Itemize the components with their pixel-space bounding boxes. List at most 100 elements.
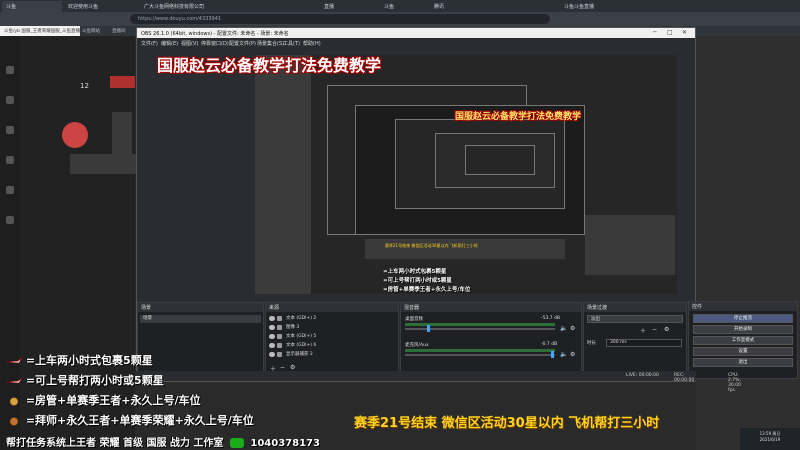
channel-name: 麦克风/Aux	[405, 343, 429, 348]
streamer-banner	[110, 76, 135, 88]
clock-date: 2021/6/19	[759, 437, 781, 442]
source-item[interactable]: 文本 (GDI+) 2	[266, 315, 398, 323]
gear-icon[interactable]: ⚙	[664, 326, 669, 333]
menu-profile[interactable]: 配置文件(P)	[229, 40, 256, 47]
menu-docks[interactable]: 停靠窗口(D)	[201, 40, 229, 47]
avatar[interactable]	[62, 122, 88, 148]
inner-overlay-title: 国服赵云必备教学打法免费教学	[455, 112, 582, 122]
settings-button[interactable]: 设置	[693, 347, 793, 356]
window-title: OBS 26.1.0 (64bit, windows) - 配置文件: 未命名 …	[141, 31, 289, 37]
overlay-text: =房管+单赛季王者+永久上号/车位	[25, 394, 201, 407]
obs-window: OBS 26.1.0 (64bit, windows) - 配置文件: 未命名 …	[136, 27, 696, 382]
obs-status-strip: LIVE: 00:00:00 REC: 00:00:00 CPU: 2.7%, …	[136, 371, 741, 393]
lock-icon[interactable]	[277, 316, 282, 321]
eye-icon[interactable]	[269, 316, 275, 321]
category-icon[interactable]	[6, 96, 14, 104]
browser-tab[interactable]: 欢迎使用斗鱼	[64, 1, 134, 12]
gear-icon[interactable]: ⚙	[570, 325, 575, 332]
bookmark-item[interactable]: 斗鱼网站	[82, 28, 100, 34]
channel-name: 桌面音频	[405, 317, 423, 322]
duration-input[interactable]: 300 ms	[606, 339, 682, 347]
obs-title-bar: OBS 26.1.0 (64bit, windows) - 配置文件: 未命名 …	[137, 28, 695, 38]
close-icon[interactable]: ✕	[682, 29, 687, 36]
volume-slider[interactable]	[405, 354, 555, 356]
lock-icon[interactable]	[277, 334, 282, 339]
browser-tab[interactable]: 斗鱼	[380, 1, 420, 12]
overlay-line: =拜师+永久王者+单赛季荣耀+永久上号/车位	[6, 412, 254, 428]
menu-view[interactable]: 视图(V)	[181, 40, 198, 47]
url-input[interactable]: https://www.douyu.com/4333941	[130, 14, 550, 24]
obs-preview[interactable]: 国服赵云必备教学打法免费教学 赛季21号结束 微信区活动30星以内 飞机帮打三小…	[255, 55, 677, 294]
rec-timer: REC: 00:00:00	[674, 373, 695, 383]
overlay-text: =拜师+永久王者+单赛季荣耀+永久上号/车位	[25, 414, 254, 427]
overlay-text: 帮打任务系统上王者 荣耀 首级 国服 战力 工作室	[6, 438, 224, 449]
nested-controls	[585, 215, 675, 275]
menu-edit[interactable]: 编辑(E)	[161, 40, 178, 47]
source-item[interactable]: 文本 (GDI+) 6	[266, 342, 398, 350]
qq-number: 1040378173	[250, 438, 320, 449]
source-label: 文本 (GDI+) 5	[286, 334, 317, 339]
dock-title: 来源	[266, 303, 398, 312]
lock-icon[interactable]	[277, 325, 282, 330]
add-icon[interactable]: ＋	[640, 326, 646, 335]
browser-tab[interactable]: 斗鱼斗鱼直播	[560, 1, 620, 12]
remove-source-icon[interactable]: −	[280, 364, 285, 371]
info-card	[70, 154, 140, 174]
start-recording-button[interactable]: 开始录制	[693, 325, 793, 334]
volume-slider-handle[interactable]	[427, 325, 430, 332]
home-icon[interactable]	[6, 66, 14, 74]
minimize-icon[interactable]: ─	[653, 29, 657, 36]
sources-dock: 来源 文本 (GDI+) 2 图像 3 文本 (GDI+) 5 文本 (GDI+…	[265, 302, 399, 380]
gear-icon[interactable]: ⚙	[570, 351, 575, 358]
follow-icon[interactable]	[6, 126, 14, 134]
studio-mode-button[interactable]: 工作室模式	[693, 336, 793, 345]
preview-overlay-line: =房管+单赛季王者+永久上号/车位	[383, 287, 471, 293]
preview-overlay-line: =上车两小时式包裹5颗星	[383, 269, 447, 275]
menu-file[interactable]: 文件(F)	[141, 40, 158, 47]
remove-icon[interactable]: −	[652, 326, 657, 333]
active-page-tab[interactable]: 斗鱼/yb 国服_王者荣耀国服_斗鱼直播	[0, 26, 80, 36]
speaker-icon[interactable]: 🔈	[560, 325, 567, 332]
game-icon[interactable]	[6, 156, 14, 164]
dock-title: 混音器	[401, 303, 581, 312]
lock-icon[interactable]	[277, 352, 282, 357]
browser-tab[interactable]: 斗鱼	[2, 1, 62, 12]
browser-tab[interactable]: 广大斗鱼网络科技有限公司	[140, 1, 220, 12]
taskbar-clock[interactable]: 13:59 周日 2021/6/19	[740, 428, 800, 450]
source-item[interactable]: 显示器捕获 2	[266, 351, 398, 359]
scene-item[interactable]: 场景	[140, 315, 261, 323]
eye-icon[interactable]	[269, 352, 275, 357]
eye-icon[interactable]	[269, 334, 275, 339]
stop-streaming-button[interactable]: 停止推流	[693, 314, 793, 323]
menu-tools[interactable]: 工具(T)	[283, 40, 300, 47]
menu-help[interactable]: 帮助(H)	[303, 40, 321, 47]
chat-panel	[696, 36, 800, 450]
controls-dock: 控件 停止推流 开始录制 工作室模式 设置 退出	[688, 301, 798, 379]
lock-icon[interactable]	[277, 343, 282, 348]
speaker-icon[interactable]: 🔈	[560, 351, 567, 358]
settings-icon[interactable]	[6, 216, 14, 224]
eye-icon[interactable]	[269, 325, 275, 330]
channel-db: -53.7 dB	[541, 316, 561, 321]
eye-icon[interactable]	[269, 343, 275, 348]
preview-left-strip	[255, 55, 311, 294]
exit-button[interactable]: 退出	[693, 358, 793, 367]
overlay-text: =可上号帮打两小时或5颗星	[25, 374, 164, 387]
video-icon[interactable]	[6, 186, 14, 194]
overlay-text: =上车两小时式包裹5颗星	[25, 354, 153, 367]
menu-scene-collection[interactable]: 场景集合(S)	[257, 40, 284, 47]
channel-db: -0.7 dB	[541, 342, 558, 347]
volume-slider-handle[interactable]	[551, 351, 554, 358]
inner-notice: 赛季21号结束 微信区活动30星以内 飞机帮打三小时	[385, 243, 478, 248]
maximize-icon[interactable]: □	[667, 29, 673, 36]
browser-tab[interactable]: 直播	[320, 1, 360, 12]
overlay-line: =房管+单赛季王者+永久上号/车位	[6, 392, 201, 408]
browser-tab[interactable]: 腾讯	[430, 1, 470, 12]
season-notice: 赛季21号结束 微信区活动30星以内 飞机帮打三小时	[354, 416, 660, 431]
transition-select[interactable]: 淡出	[587, 315, 683, 323]
hero-icon	[9, 396, 19, 406]
source-item[interactable]: 文本 (GDI+) 5	[266, 333, 398, 341]
source-item[interactable]: 图像 3	[266, 324, 398, 332]
bookmark-item[interactable]: 直播间	[112, 28, 126, 34]
gear-icon[interactable]: ⚙	[290, 364, 295, 371]
